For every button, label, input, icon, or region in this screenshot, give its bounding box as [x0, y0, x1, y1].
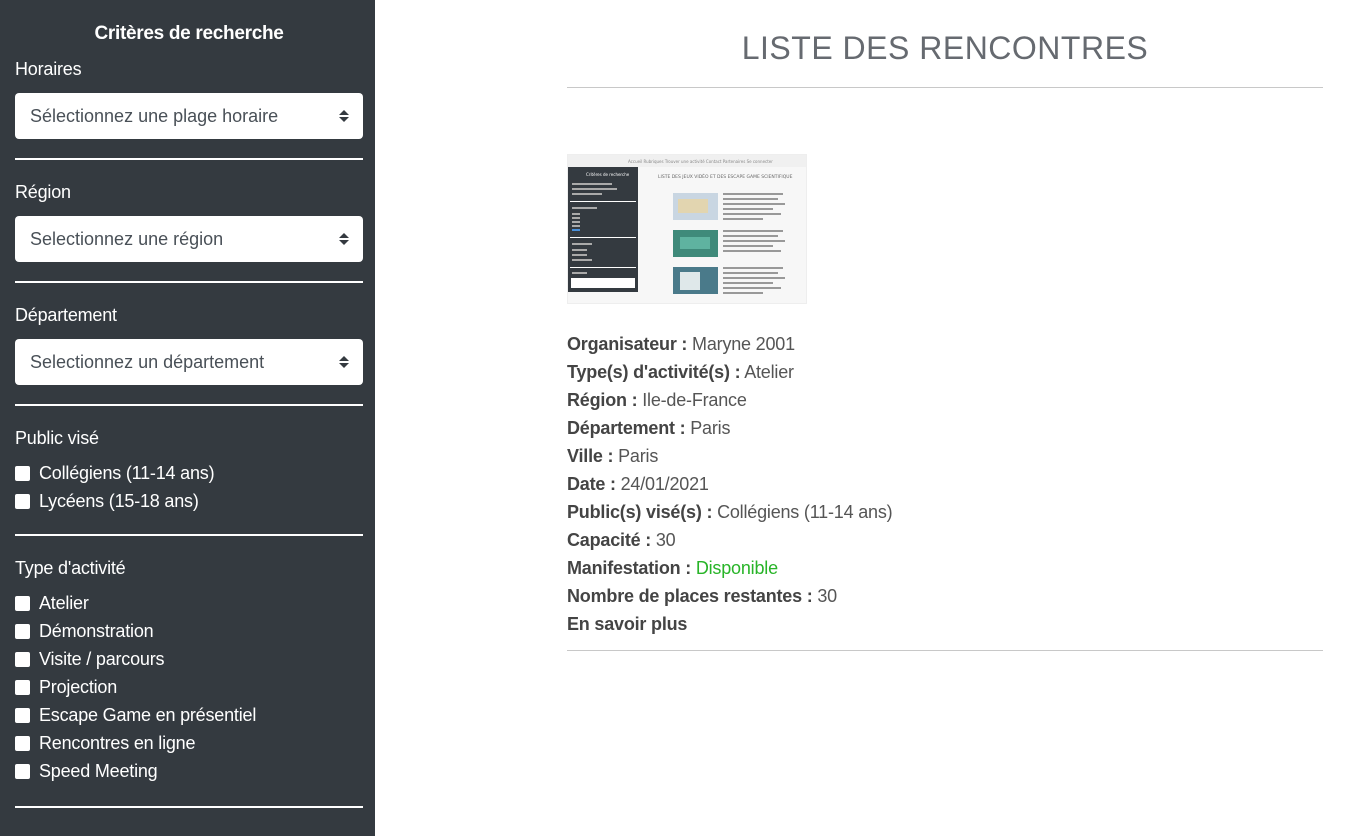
checkbox-label: Escape Game en présentiel [39, 704, 257, 725]
checkbox[interactable] [15, 493, 30, 509]
horaires-select-value: Sélectionnez une plage horaire [30, 105, 279, 126]
public-option-colegiens[interactable]: Collégiens (11-14 ans) [15, 459, 363, 487]
region-select-value: Selectionnez une région [30, 228, 224, 249]
detail-organisateur: Organisateur : Maryne 2001 [567, 330, 1323, 358]
checkbox[interactable] [15, 465, 30, 481]
event-divider [567, 650, 1323, 651]
region-select[interactable]: Selectionnez une région [15, 216, 363, 262]
detail-ville: Ville : Paris [567, 442, 1323, 470]
availability-status: Disponible [695, 558, 778, 578]
departement-select[interactable]: Selectionnez un département [15, 339, 363, 385]
detail-date: Date : 24/01/2021 [567, 470, 1323, 498]
checkbox-label: Speed Meeting [39, 760, 158, 781]
detail-label: Organisateur : [567, 334, 688, 354]
detail-label: Manifestation : [567, 558, 692, 578]
select-arrows-icon [339, 110, 349, 122]
detail-departement: Département : Paris [567, 414, 1323, 442]
checkbox-label: Rencontres en ligne [39, 732, 196, 753]
checkbox[interactable] [15, 707, 30, 723]
detail-value: Ile-de-France [642, 390, 747, 410]
detail-value: Paris [618, 446, 659, 466]
detail-manifestation: Manifestation : Disponible [567, 554, 1323, 582]
detail-value: Atelier [744, 362, 794, 382]
detail-value: 30 [655, 530, 676, 550]
activite-option-atelier[interactable]: Atelier [15, 589, 363, 617]
departement-select-value: Selectionnez un département [30, 351, 265, 372]
checkbox[interactable] [15, 735, 30, 751]
detail-label: Ville : [567, 446, 614, 466]
activite-option-demonstration[interactable]: Démonstration [15, 617, 363, 645]
divider [15, 281, 363, 283]
select-arrows-icon [339, 233, 349, 245]
more-info-link[interactable]: En savoir plus [567, 610, 1323, 638]
departement-label: Département [15, 305, 117, 325]
thumbnail-image: Accueil Rubriques Trouver une activité C… [568, 155, 806, 303]
checkbox[interactable] [15, 623, 30, 639]
page-title: LISTE DES RENCONTRES [741, 30, 1149, 66]
activite-option-speed-meeting[interactable]: Speed Meeting [15, 757, 363, 785]
activite-option-projection[interactable]: Projection [15, 673, 363, 701]
thumbnail-sidebar-title: Critères de recherche [586, 172, 630, 177]
detail-value: Collégiens (11-14 ans) [717, 502, 893, 522]
checkbox[interactable] [15, 763, 30, 779]
detail-label: Capacité : [567, 530, 652, 550]
detail-value: Maryne 2001 [692, 334, 795, 354]
main-content: LISTE DES RENCONTRES Accueil Rubriques T… [567, 0, 1323, 651]
region-label: Région [15, 182, 71, 202]
detail-type-activite: Type(s) d'activité(s) : Atelier [567, 358, 1323, 386]
select-arrows-icon [339, 356, 349, 368]
thumbnail-nav: Accueil Rubriques Trouver une activité C… [628, 159, 773, 164]
divider [15, 806, 363, 808]
divider [15, 158, 363, 160]
divider [15, 534, 363, 536]
sidebar-title: Critères de recherche [94, 23, 284, 44]
activite-option-escape-game[interactable]: Escape Game en présentiel [15, 701, 363, 729]
search-sidebar: Critères de recherche Horaires Sélection… [0, 0, 375, 836]
activite-option-rencontres-ligne[interactable]: Rencontres en ligne [15, 729, 363, 757]
event-details: Organisateur : Maryne 2001 Type(s) d'act… [567, 330, 1323, 638]
checkbox-label: Visite / parcours [39, 648, 165, 669]
detail-label: Date : [567, 474, 616, 494]
title-divider [567, 87, 1323, 88]
detail-capacite: Capacité : 30 [567, 526, 1323, 554]
checkbox-label: Projection [39, 676, 118, 697]
detail-public: Public(s) visé(s) : Collégiens (11-14 an… [567, 498, 1323, 526]
detail-value: Paris [690, 418, 731, 438]
detail-places-restantes: Nombre de places restantes : 30 [567, 582, 1323, 610]
checkbox-label: Lycéens (15-18 ans) [39, 490, 199, 511]
event-thumbnail[interactable]: Accueil Rubriques Trouver une activité C… [567, 154, 807, 304]
activite-label: Type d'activité [15, 558, 126, 578]
checkbox[interactable] [15, 679, 30, 695]
detail-label: Public(s) visé(s) : [567, 502, 713, 522]
checkbox-label: Démonstration [39, 620, 154, 641]
checkbox[interactable] [15, 651, 30, 667]
detail-region: Région : Ile-de-France [567, 386, 1323, 414]
checkbox[interactable] [15, 595, 30, 611]
horaires-label: Horaires [15, 59, 82, 79]
detail-value: 30 [817, 586, 837, 606]
detail-label: Nombre de places restantes : [567, 586, 813, 606]
divider [15, 404, 363, 406]
horaires-select[interactable]: Sélectionnez une plage horaire [15, 93, 363, 139]
activite-option-visite[interactable]: Visite / parcours [15, 645, 363, 673]
detail-label: Département : [567, 418, 686, 438]
public-label: Public visé [15, 428, 99, 448]
public-option-lyceens[interactable]: Lycéens (15-18 ans) [15, 487, 363, 515]
detail-label: Type(s) d'activité(s) : [567, 362, 741, 382]
detail-value: 24/01/2021 [620, 474, 709, 494]
detail-label: Région : [567, 390, 638, 410]
checkbox-label: Collégiens (11-14 ans) [39, 462, 215, 483]
checkbox-label: Atelier [39, 592, 89, 613]
